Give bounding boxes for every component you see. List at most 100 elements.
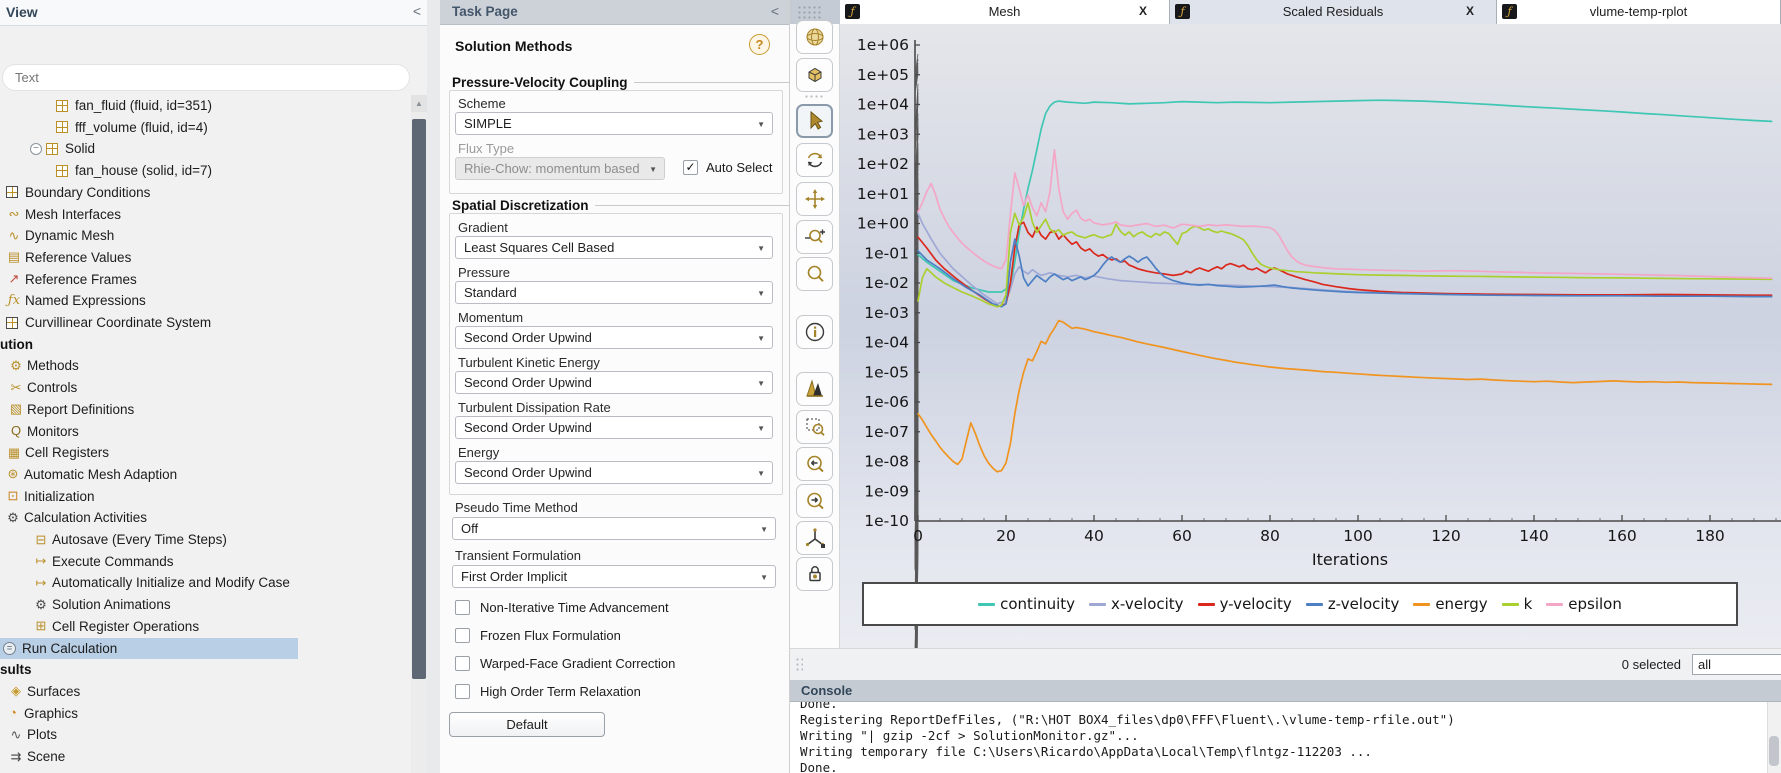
tree-item[interactable]: fff_volume (fluid, id=4) xyxy=(0,117,410,138)
high-order-term-relaxation-checkbox[interactable] xyxy=(455,684,470,699)
energy-dropdown[interactable]: Second Order Upwind▼ xyxy=(455,461,773,484)
display-scope-input[interactable] xyxy=(1692,654,1781,675)
legend-swatch xyxy=(978,603,995,606)
magnify-button[interactable] xyxy=(796,257,833,291)
rotate-view-icon xyxy=(803,148,827,172)
zoom-to-area-button[interactable] xyxy=(796,410,833,444)
tree-item[interactable]: ◈Surfaces xyxy=(0,681,410,702)
previous-view-button[interactable] xyxy=(796,447,833,481)
next-view-button[interactable] xyxy=(796,484,833,518)
tab-scaled-residuals[interactable]: ƒScaled ResidualsX xyxy=(1170,0,1497,24)
close-icon[interactable]: X xyxy=(1466,4,1474,18)
lock-view-icon xyxy=(803,562,827,586)
tree-item[interactable]: ⊛Automatic Mesh Adaption xyxy=(0,464,410,485)
frozen-flux-formulation-checkbox[interactable] xyxy=(455,628,470,643)
tree-item[interactable]: ✂Controls xyxy=(0,377,410,398)
tree-item[interactable]: ⚙Calculation Activities xyxy=(0,507,410,528)
tree-section-header: sults xyxy=(0,659,410,680)
tree-item[interactable]: ⊞Cell Register Operations xyxy=(0,616,410,637)
svg-text:1e-06: 1e-06 xyxy=(864,393,909,411)
tree-item[interactable]: ∿Dynamic Mesh xyxy=(0,225,410,246)
tree-item[interactable]: Curvillinear Coordinate System xyxy=(0,312,410,333)
tree-filter-input[interactable] xyxy=(2,64,410,91)
task-page-collapse-icon[interactable]: < xyxy=(771,3,779,19)
rotate-view-button[interactable] xyxy=(796,143,833,177)
help-button[interactable]: ? xyxy=(749,34,770,55)
scheme-dropdown[interactable]: SIMPLE▼ xyxy=(455,112,773,135)
transient-dropdown[interactable]: First Order Implicit▼ xyxy=(452,565,776,588)
tree-item[interactable]: ↦Automatically Initialize and Modify Cas… xyxy=(0,572,410,593)
view-cube-button[interactable] xyxy=(796,58,833,92)
console-scrollbar-thumb[interactable] xyxy=(1769,736,1779,766)
tree-item[interactable]: fan_house (solid, id=7) xyxy=(0,160,410,181)
lights-button[interactable] xyxy=(796,372,833,406)
tree-scrollbar[interactable]: ▲ xyxy=(411,95,427,773)
run-calculation-icon: = xyxy=(3,642,16,655)
turbulent-kinetic-energy-dropdown[interactable]: Second Order Upwind▼ xyxy=(455,371,773,394)
probe-info-button[interactable] xyxy=(796,315,833,349)
tree-item[interactable]: fan_fluid (fluid, id=351) xyxy=(0,95,410,116)
boundary-grid-icon xyxy=(6,317,18,329)
warped-face-gradient-correction-checkbox[interactable] xyxy=(455,656,470,671)
lock-view-button[interactable] xyxy=(796,557,833,591)
tree-item[interactable]: ▤Reference Values xyxy=(0,247,410,268)
axes-triad-button[interactable] xyxy=(796,521,833,555)
series-y-velocity xyxy=(918,222,1772,306)
tree-item-label: fan_house (solid, id=7) xyxy=(75,163,212,178)
tab-vlume-temp-rplot[interactable]: ƒvlume-temp-rplot xyxy=(1497,0,1781,24)
tree-item[interactable]: ◔Graphics xyxy=(0,703,410,724)
momentum-dropdown[interactable]: Second Order Upwind▼ xyxy=(455,326,773,349)
select-pointer-button[interactable] xyxy=(796,104,833,138)
console-line: Done. xyxy=(790,760,1765,773)
tree-item[interactable]: ⊟Autosave (Every Time Steps) xyxy=(0,529,410,550)
legend-swatch xyxy=(1502,603,1519,606)
pseudo-time-dropdown[interactable]: Off▼ xyxy=(452,517,776,540)
tab-mesh[interactable]: ƒMeshX xyxy=(840,0,1170,24)
view-sphere-button[interactable] xyxy=(796,20,833,54)
tree-item[interactable]: ⚙Solution Animations xyxy=(0,594,410,615)
non-iterative-time-advancement-checkbox[interactable] xyxy=(455,600,470,615)
svg-text:1e+02: 1e+02 xyxy=(857,155,909,173)
tree-item[interactable]: ⊡Initialization xyxy=(0,486,410,507)
tree-item[interactable]: ∾Mesh Interfaces xyxy=(0,204,410,225)
graphics-canvas[interactable]: 1e+061e+051e+041e+031e+021e+011e+001e-01… xyxy=(840,24,1781,648)
tree-item[interactable]: Boundary Conditions xyxy=(0,182,410,203)
tree-item-label: Autosave (Every Time Steps) xyxy=(52,532,227,547)
auto-select-row: ✓ Auto Select xyxy=(683,160,773,175)
tree-item[interactable]: ▦Cell Registers xyxy=(0,442,410,463)
console-output[interactable]: Done.Registering ReportDefFiles, ("R:\HO… xyxy=(790,702,1765,773)
scroll-up-icon[interactable]: ▲ xyxy=(411,95,427,112)
auto-select-checkbox[interactable]: ✓ xyxy=(683,160,698,175)
tree-item[interactable]: ∿Plots xyxy=(0,724,410,745)
tree-item[interactable]: ▥Animations xyxy=(0,768,410,773)
view-sphere-icon xyxy=(803,25,827,49)
turbulent-dissipation-rate-dropdown[interactable]: Second Order Upwind▼ xyxy=(455,416,773,439)
tree-item[interactable]: =Run Calculation xyxy=(0,638,298,659)
gradient-dropdown[interactable]: Least Squares Cell Based▼ xyxy=(455,236,773,259)
default-button[interactable]: Default xyxy=(449,712,605,737)
tree-item[interactable]: ƒxNamed Expressions xyxy=(0,290,410,311)
dynamic-mesh-icon: ∿ xyxy=(6,229,22,243)
toolbar-grip[interactable] xyxy=(804,94,824,100)
tree-item[interactable]: ↦Execute Commands xyxy=(0,551,410,572)
toolbar-grip[interactable] xyxy=(797,5,823,19)
zoom-in-out-button[interactable] xyxy=(796,220,833,254)
tree-item[interactable]: ▧Report Definitions xyxy=(0,399,410,420)
tree-item[interactable]: ⚙Methods xyxy=(0,355,410,376)
pan-view-icon xyxy=(803,187,827,211)
console-scrollbar[interactable] xyxy=(1767,702,1781,773)
console-header[interactable]: Console xyxy=(790,680,1781,702)
tree-item[interactable]: QMonitors xyxy=(0,421,410,442)
tree-item[interactable]: −Solid xyxy=(0,138,410,159)
panel-splitter[interactable] xyxy=(427,0,441,773)
spatial-field-label: Gradient xyxy=(458,220,508,235)
tree-item[interactable]: ⇉Scene xyxy=(0,746,410,767)
close-icon[interactable]: X xyxy=(1139,4,1147,18)
collapse-expander-icon[interactable]: − xyxy=(30,143,42,155)
tree-scrollbar-thumb[interactable] xyxy=(412,119,426,679)
outline-collapse-icon[interactable]: < xyxy=(413,3,421,19)
tree-item[interactable]: ↗Reference Frames xyxy=(0,269,410,290)
svg-text:1e-01: 1e-01 xyxy=(864,244,909,262)
pan-view-button[interactable] xyxy=(796,182,833,216)
pressure-dropdown[interactable]: Standard▼ xyxy=(455,281,773,304)
